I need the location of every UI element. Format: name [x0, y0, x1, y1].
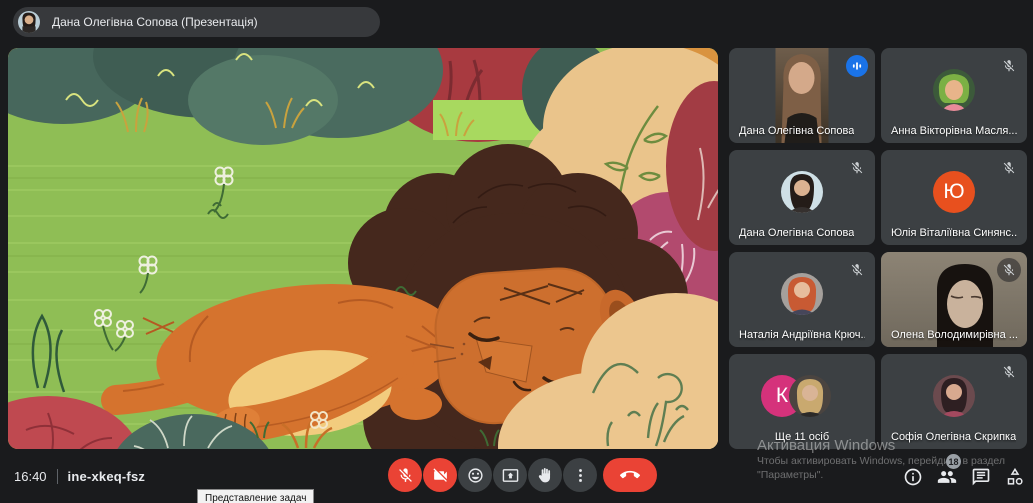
participants-grid: Дана Олегівна Сопова Анна Вікторівна Мас… — [729, 48, 1027, 449]
raise-hand-button[interactable] — [528, 458, 562, 492]
participant-avatar — [781, 171, 823, 213]
avatar-letter: Ю — [943, 180, 965, 203]
chat-icon[interactable] — [969, 465, 992, 488]
clock-time: 16:40 — [14, 468, 47, 484]
mic-off-icon — [845, 258, 869, 282]
camera-off-button[interactable] — [423, 458, 457, 492]
leave-call-button[interactable] — [603, 458, 657, 492]
meeting-code: ine-xkeq-fsz — [67, 468, 146, 484]
overflow-tile-more-people[interactable]: К Ще 11 осіб — [729, 354, 875, 449]
participant-name: Юлія Віталіївна Синянс... — [891, 227, 1017, 239]
meet-window: Дана Олегівна Сопова (Презентація) Дана … — [0, 0, 1033, 503]
participants-count-badge: 18 — [946, 454, 961, 469]
mic-off-icon — [997, 258, 1021, 282]
mic-off-icon — [997, 54, 1021, 78]
participant-name: Дана Олегівна Сопова — [739, 125, 855, 137]
taskbar-tooltip: Представление задач — [197, 489, 315, 503]
participant-tile-yulia[interactable]: Ю Юлія Віталіївна Синянс... — [881, 150, 1027, 245]
present-button[interactable] — [493, 458, 527, 492]
participant-name: Анна Вікторівна Масля... — [891, 125, 1017, 137]
speaking-indicator-icon — [846, 55, 868, 77]
stage-illustration-sleeping-lion — [8, 48, 718, 449]
presenter-pill[interactable]: Дана Олегівна Сопова (Презентація) — [13, 7, 380, 37]
presentation-stage[interactable] — [8, 48, 718, 449]
participant-name: Софія Олегівна Скрипка — [891, 431, 1017, 443]
panel-icons: 18 — [901, 454, 1026, 488]
participant-letter-avatar: Ю — [933, 171, 975, 213]
divider — [56, 468, 58, 484]
presenter-label: Дана Олегівна Сопова (Презентація) — [52, 15, 258, 29]
mic-off-button[interactable] — [388, 458, 422, 492]
participant-tile-olena[interactable]: Олена Володимирівна ... — [881, 252, 1027, 347]
meeting-details-icon[interactable] — [901, 465, 924, 488]
top-bar: Дана Олегівна Сопова (Презентація) — [0, 0, 1033, 44]
meeting-info: 16:40 ine-xkeq-fsz — [14, 449, 145, 503]
participant-avatar — [781, 273, 823, 315]
participant-tile-dana-video[interactable]: Дана Олегівна Сопова — [729, 48, 875, 143]
control-bar: 16:40 ine-xkeq-fsz 18 — [0, 449, 1033, 503]
activities-icon[interactable] — [1003, 465, 1026, 488]
people-icon[interactable]: 18 — [935, 454, 961, 488]
participant-tile-anna[interactable]: Анна Вікторівна Масля... — [881, 48, 1027, 143]
participant-tile-dana-avatar[interactable]: Дана Олегівна Сопова — [729, 150, 875, 245]
participant-tile-natalia[interactable]: Наталія Андріївна Крюч... — [729, 252, 875, 347]
avatar-letter: К — [775, 384, 789, 407]
participant-name: Олена Володимирівна ... — [891, 329, 1017, 341]
call-controls — [388, 458, 657, 492]
overflow-count-label: Ще 11 осіб — [774, 431, 830, 443]
mic-off-icon — [845, 156, 869, 180]
participant-tile-sofia[interactable]: Софія Олегівна Скрипка — [881, 354, 1027, 449]
participant-name: Наталія Андріївна Крюч... — [739, 329, 865, 341]
participant-name: Дана Олегівна Сопова — [739, 227, 855, 239]
mic-off-icon — [997, 156, 1021, 180]
overflow-photo-avatar — [789, 375, 831, 417]
presenter-avatar — [18, 11, 40, 33]
participant-avatar — [933, 69, 975, 111]
mic-off-icon — [997, 360, 1021, 384]
more-options-button[interactable] — [563, 458, 597, 492]
participant-avatar — [933, 375, 975, 417]
reactions-button[interactable] — [458, 458, 492, 492]
